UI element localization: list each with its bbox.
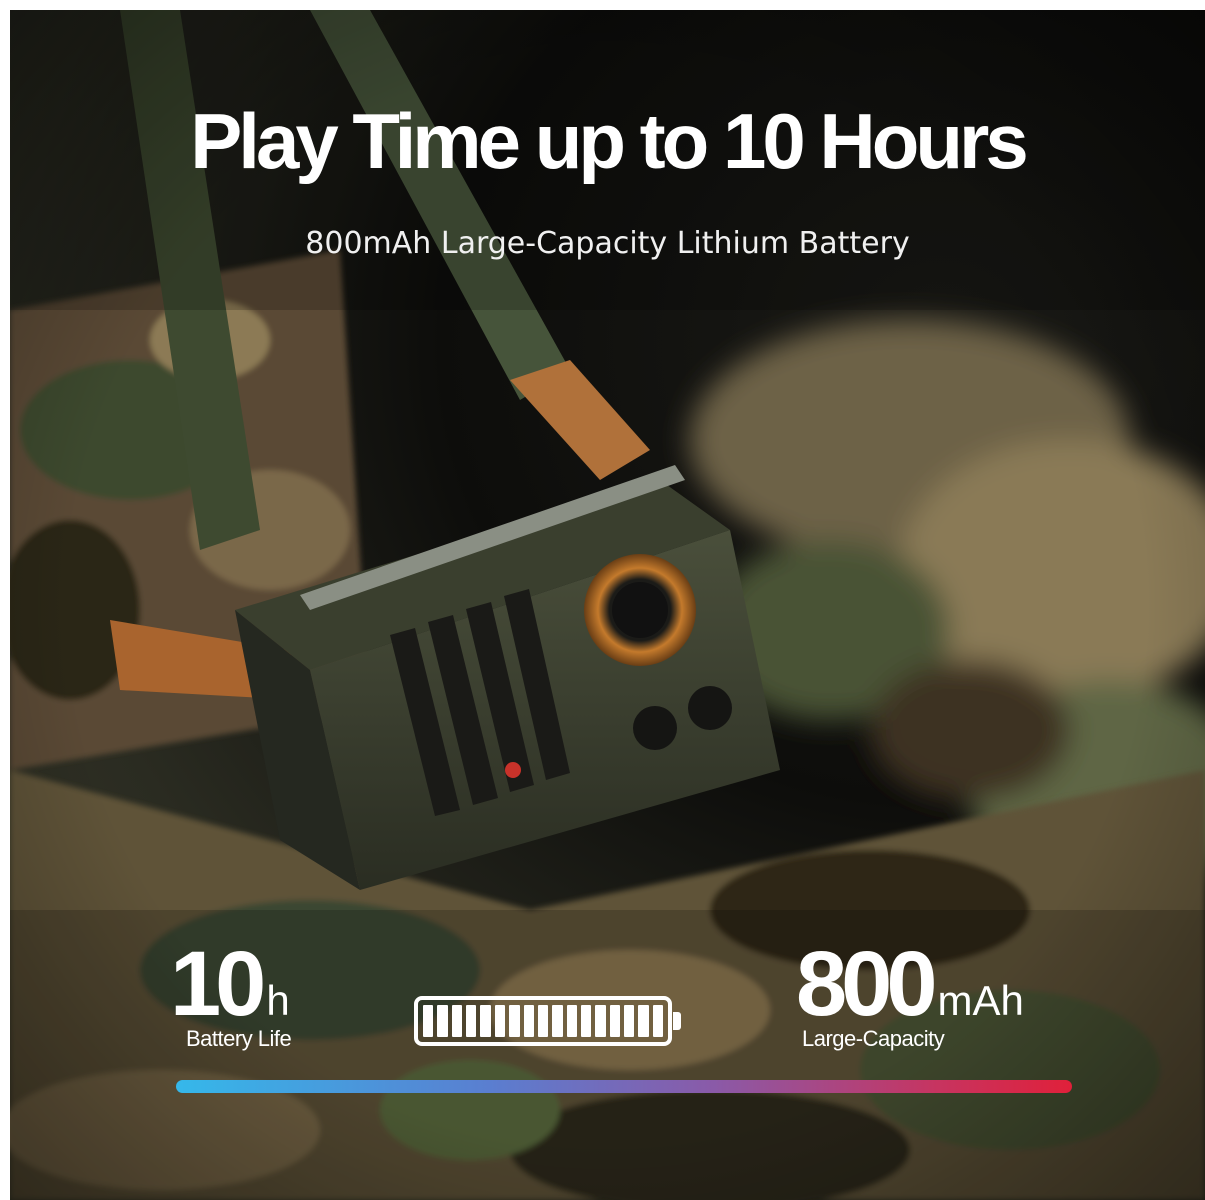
battery-cell <box>509 1005 520 1037</box>
capacity-unit: mAh <box>937 977 1024 1024</box>
battery-cell <box>480 1005 491 1037</box>
battery-cell <box>652 1005 664 1037</box>
battery-cell <box>624 1005 635 1037</box>
battery-cell <box>552 1005 563 1037</box>
capacity-value: 800 <box>796 933 937 1035</box>
battery-cell <box>437 1005 448 1037</box>
battery-icon <box>414 996 681 1046</box>
battery-life-label: Battery Life <box>186 1026 292 1051</box>
battery-life-value: 10 <box>170 933 266 1035</box>
product-banner: Play Time up to 10 Hours 800mAh Large-Ca… <box>10 10 1205 1200</box>
battery-cell <box>494 1005 506 1037</box>
battery-cell <box>566 1005 577 1037</box>
battery-cell <box>451 1005 463 1037</box>
capacity-stat: 800 mAh Large-Capacity <box>796 938 1024 1052</box>
capacity-label: Large-Capacity <box>802 1026 945 1051</box>
battery-terminal <box>673 1012 681 1030</box>
headline: Play Time up to 10 Hours <box>190 97 1028 185</box>
battery-life-unit: h <box>266 977 290 1024</box>
subheadline: 800mAh Large-Capacity Lithium Battery <box>305 226 910 261</box>
battery-cell <box>580 1005 592 1037</box>
battery-cell <box>423 1005 434 1037</box>
battery-cell <box>523 1005 534 1037</box>
battery-cell <box>595 1005 606 1037</box>
battery-cell <box>537 1005 549 1037</box>
battery-life-stat: 10 h Battery Life <box>170 933 292 1052</box>
battery-cell <box>638 1005 649 1037</box>
gradient-divider <box>176 1080 1072 1093</box>
battery-cell <box>609 1005 621 1037</box>
battery-cell <box>466 1005 477 1037</box>
